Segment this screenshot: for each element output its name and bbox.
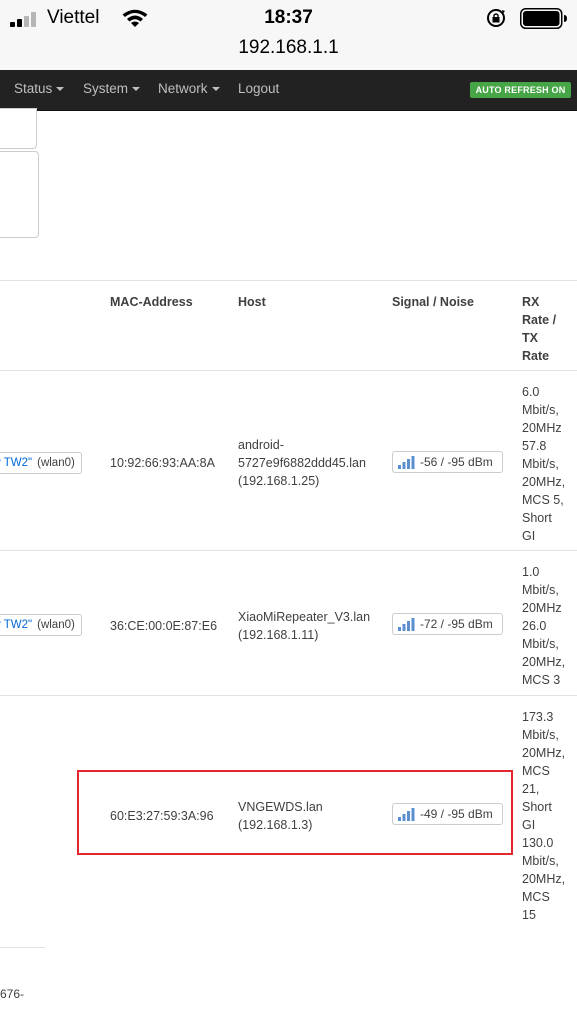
table-bottom-border bbox=[0, 947, 45, 948]
host-name: XiaoMiRepeater_V3.lan (192.168.1.11) bbox=[238, 610, 371, 642]
column-header-host: Host bbox=[238, 295, 266, 309]
rx-tx-rate: 173.3 Mbit/s, 20MHz, MCS 21, Short GI 13… bbox=[522, 710, 566, 922]
column-header-mac: MAC-Address bbox=[110, 295, 193, 309]
nav-system-menu[interactable]: System bbox=[83, 81, 141, 96]
signal-badge: -72 / -95 dBm bbox=[392, 613, 503, 635]
rx-tx-rate: 6.0 Mbit/s, 20MHz 57.8 Mbit/s, 20MHz, MC… bbox=[522, 385, 566, 543]
table-row-divider bbox=[0, 695, 577, 696]
rotation-lock-icon bbox=[487, 9, 505, 27]
ssid-badge[interactable]: y TW2"(wlan0) bbox=[0, 614, 82, 636]
nav-status-menu[interactable]: Status bbox=[14, 81, 65, 96]
signal-badge: -56 / -95 dBm bbox=[392, 451, 503, 473]
signal-strength-icon bbox=[398, 618, 415, 631]
column-header-rate: RX Rate / TX Rate bbox=[522, 295, 557, 363]
ios-status-bar: Viettel 18:37 192.168.1.1 bbox=[0, 0, 577, 70]
mac-address: 36:CE:00:0E:87:E6 bbox=[110, 619, 218, 633]
caret-down-icon bbox=[211, 87, 220, 92]
caret-down-icon bbox=[132, 87, 141, 92]
auto-refresh-toggle[interactable]: AUTO REFRESH ON bbox=[470, 82, 571, 98]
signal-strength-icon bbox=[398, 456, 415, 469]
rx-tx-rate: 1.0 Mbit/s, 20MHz 26.0 Mbit/s, 20MHz, MC… bbox=[522, 565, 566, 687]
battery-icon bbox=[520, 8, 567, 29]
partial-panel-box bbox=[0, 151, 39, 238]
table-row-divider bbox=[0, 370, 577, 371]
host-name: android- 5727e9f6882ddd45.lan (192.168.1… bbox=[238, 438, 366, 488]
partial-panel-box bbox=[0, 108, 37, 149]
caret-down-icon bbox=[56, 87, 65, 92]
ssid-badge[interactable]: y TW2"(wlan0) bbox=[0, 452, 82, 474]
column-header-signal: Signal / Noise bbox=[392, 295, 474, 309]
nav-network-menu[interactable]: Network bbox=[158, 81, 220, 96]
highlight-annotation-box bbox=[77, 770, 513, 855]
address-bar-url[interactable]: 192.168.1.1 bbox=[0, 37, 577, 59]
table-top-border bbox=[0, 280, 577, 281]
table-row-divider bbox=[0, 550, 577, 551]
mac-address: 10:92:66:93:AA:8A bbox=[110, 456, 215, 470]
footer-text-fragment: 676- bbox=[0, 987, 25, 1001]
nav-logout-link[interactable]: Logout bbox=[238, 81, 279, 96]
